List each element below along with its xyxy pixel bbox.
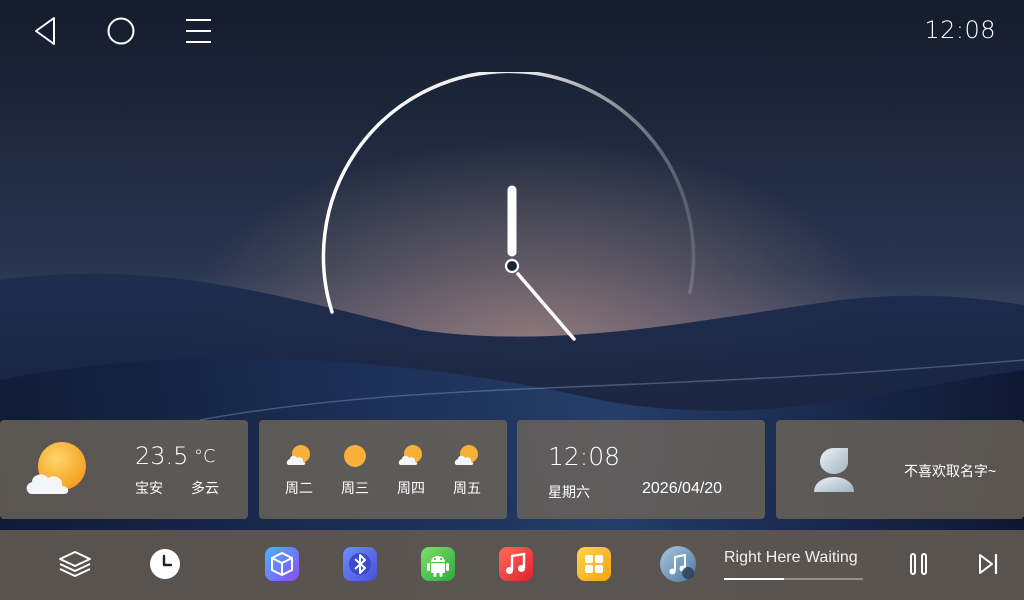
- pause-icon: [910, 553, 927, 575]
- android-button[interactable]: [420, 546, 456, 582]
- minute-hand: [516, 272, 576, 341]
- avatar-icon: [814, 448, 854, 492]
- bluetooth-icon: [343, 547, 377, 581]
- music-icon: [499, 547, 533, 581]
- back-button[interactable]: [26, 12, 66, 50]
- recent-apps-button[interactable]: [178, 12, 218, 50]
- weather-condition: 多云: [191, 480, 219, 496]
- forecast-day-label: 周五: [453, 480, 481, 496]
- card-time: 12:08: [548, 442, 621, 471]
- album-art[interactable]: [659, 545, 697, 583]
- weather-card[interactable]: 23.5 °C 宝安 多云: [0, 420, 248, 519]
- card-weekday: 星期六: [548, 484, 590, 500]
- clock-center: [504, 258, 520, 274]
- card-date: 2026/04/20: [642, 480, 723, 497]
- temperature-value: 23.5: [135, 442, 189, 470]
- forecast-day-label: 周二: [285, 480, 313, 496]
- user-card[interactable]: 不喜欢取名字~: [776, 420, 1024, 519]
- partly-cloudy-icon: [286, 445, 310, 465]
- home-button[interactable]: [101, 12, 141, 50]
- menu-icon: [186, 19, 211, 43]
- song-progress-fill: [724, 578, 784, 580]
- forecast-day: 周二: [279, 444, 319, 498]
- weather-location: 宝安: [135, 480, 163, 496]
- partly-cloudy-icon: [26, 442, 86, 494]
- forecast-day-label: 周三: [341, 480, 369, 496]
- skip-next-icon: [979, 553, 998, 575]
- temperature-unit: °C: [194, 446, 216, 467]
- music-button[interactable]: [498, 546, 534, 582]
- apps-grid-button[interactable]: [576, 546, 612, 582]
- analog-clock: [321, 72, 696, 341]
- layers-icon: [59, 551, 91, 577]
- partly-cloudy-icon: [398, 445, 422, 465]
- clock-icon: [150, 549, 180, 579]
- forecast-day: 周五: [447, 444, 487, 498]
- clock-button[interactable]: [147, 546, 183, 582]
- android-icon: [421, 547, 455, 581]
- apps-grid-icon: [577, 547, 611, 581]
- album-art-icon: [660, 546, 696, 582]
- cube-app-button[interactable]: [264, 546, 300, 582]
- bluetooth-button[interactable]: [342, 546, 378, 582]
- layers-button[interactable]: [57, 546, 93, 582]
- forecast-day-label: 周四: [397, 480, 425, 496]
- forecast-card[interactable]: 周二 周三 周四 周五: [259, 420, 507, 519]
- forecast-day: 周三: [335, 444, 375, 498]
- song-progress-bar[interactable]: [724, 578, 863, 580]
- datetime-card[interactable]: 12:08 星期六 2026/04/20: [517, 420, 765, 519]
- dock: Right Here Waiting: [0, 530, 1024, 600]
- song-title: Right Here Waiting: [724, 549, 858, 566]
- cube-app-icon: [265, 547, 299, 581]
- sunny-icon: [344, 445, 366, 467]
- home-circle-icon: [107, 17, 135, 45]
- next-track-button[interactable]: [970, 546, 1006, 582]
- pause-button[interactable]: [901, 546, 937, 582]
- user-name: 不喜欢取名字~: [904, 463, 997, 479]
- back-triangle-icon: [35, 17, 55, 45]
- status-bar: 12:08: [0, 0, 1024, 62]
- status-time: 12:08: [924, 16, 996, 44]
- partly-cloudy-icon: [454, 445, 478, 465]
- forecast-day: 周四: [391, 444, 431, 498]
